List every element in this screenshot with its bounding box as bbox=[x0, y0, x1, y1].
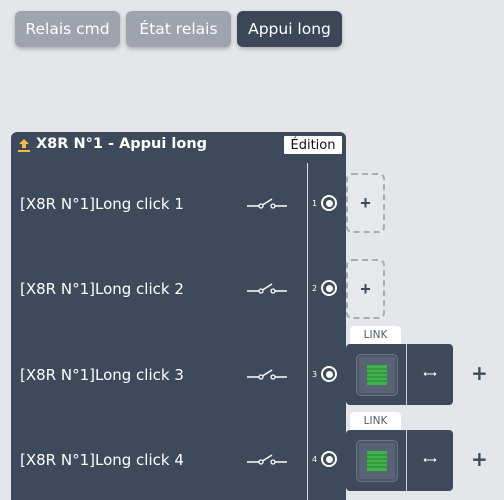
device-tile-3[interactable] bbox=[356, 354, 398, 396]
channel-panel: X8R N°1 - Appui long Édition bbox=[11, 132, 346, 500]
panel-divider bbox=[307, 163, 308, 500]
channel-radio-3[interactable] bbox=[321, 366, 337, 382]
switch-icon bbox=[247, 198, 287, 209]
link-block-3 bbox=[346, 344, 453, 405]
tab-etat-relais[interactable]: État relais bbox=[126, 11, 231, 47]
shutter-icon bbox=[367, 365, 387, 385]
tab-appui-long[interactable]: Appui long bbox=[237, 11, 342, 47]
channel-radio-2[interactable] bbox=[321, 280, 337, 296]
panel-title: X8R N°1 - Appui long bbox=[36, 136, 208, 152]
panel-header: X8R N°1 - Appui long Édition bbox=[11, 132, 346, 157]
channel-radio-1[interactable] bbox=[321, 195, 337, 211]
switch-icon bbox=[247, 369, 287, 380]
channel-label-4: [X8R N°1]Long click 4 bbox=[20, 451, 184, 469]
switch-icon bbox=[247, 283, 287, 294]
double-arrow-icon[interactable] bbox=[422, 456, 438, 464]
channel-number-2: 2 bbox=[312, 284, 318, 293]
add-action-button-1[interactable]: + bbox=[346, 173, 385, 233]
tab-relais-cmd[interactable]: Relais cmd bbox=[15, 11, 120, 47]
add-link-button-3[interactable]: + bbox=[471, 361, 488, 385]
link-separator bbox=[406, 344, 407, 405]
channel-radio-4[interactable] bbox=[321, 451, 337, 467]
channel-number-4: 4 bbox=[312, 455, 318, 464]
switch-icon bbox=[247, 454, 287, 465]
channel-label-1: [X8R N°1]Long click 1 bbox=[20, 195, 184, 213]
link-separator bbox=[406, 430, 407, 491]
channel-label-3: [X8R N°1]Long click 3 bbox=[20, 366, 184, 384]
link-tab-4[interactable]: LINK bbox=[350, 412, 401, 430]
link-tab-3[interactable]: LINK bbox=[350, 326, 401, 344]
edit-button[interactable]: Édition bbox=[284, 136, 342, 154]
upload-icon[interactable] bbox=[16, 137, 32, 153]
add-action-button-2[interactable]: + bbox=[346, 259, 385, 319]
channel-number-3: 3 bbox=[312, 370, 318, 379]
double-arrow-icon[interactable] bbox=[422, 370, 438, 378]
link-block-4 bbox=[346, 430, 453, 491]
channel-number-1: 1 bbox=[312, 199, 318, 208]
channel-label-2: [X8R N°1]Long click 2 bbox=[20, 280, 184, 298]
device-tile-4[interactable] bbox=[356, 440, 398, 482]
shutter-icon bbox=[367, 451, 387, 471]
add-link-button-4[interactable]: + bbox=[471, 447, 488, 471]
